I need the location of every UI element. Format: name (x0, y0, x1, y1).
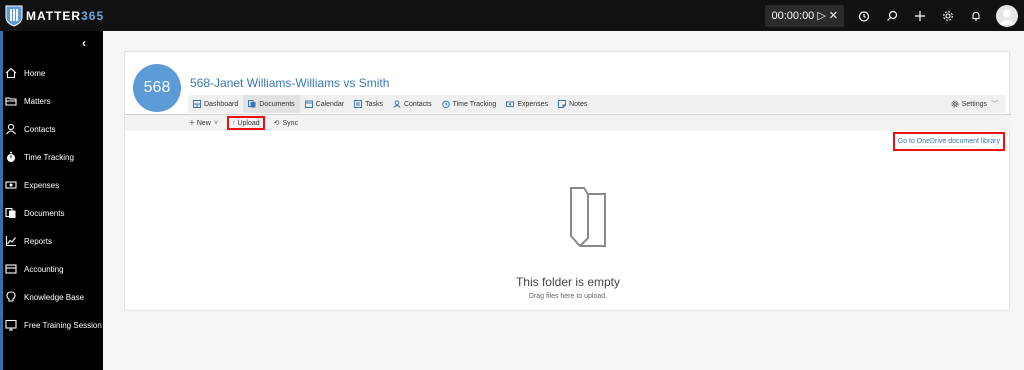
gear-icon (951, 100, 959, 108)
tab-label: Notes (569, 100, 588, 108)
dashboard-icon (193, 100, 201, 108)
notes-icon (558, 100, 567, 108)
collapse-sidebar-icon[interactable]: ‹ (82, 36, 86, 50)
tab-notes[interactable]: Notes (553, 95, 592, 113)
sidebar-item-label: Reports (24, 236, 53, 246)
sidebar-item-label: Expenses (24, 180, 60, 190)
empty-folder-icon (570, 187, 606, 247)
play-icon[interactable]: ▷ (817, 9, 825, 22)
timer-value: 00:00:00 (771, 9, 815, 22)
upload-label: Upload (237, 119, 260, 127)
tab-label: Calendar (315, 100, 345, 108)
tab-dashboard[interactable]: Dashboard (188, 95, 243, 113)
stopwatch-icon (7, 151, 15, 162)
sidebar-item-label: Matters (24, 96, 51, 106)
home-icon (5, 67, 17, 79)
tab-contacts[interactable]: Contacts (388, 95, 437, 113)
money-icon (5, 181, 17, 189)
avatar[interactable] (996, 4, 1018, 27)
logo[interactable]: MATTER365 (5, 5, 104, 27)
sidebar-item-free-training-session[interactable]: Free Training Session (5, 319, 102, 331)
person-icon (6, 123, 16, 135)
tasks-icon (354, 100, 363, 108)
sidebar-item-accounting[interactable]: Accounting (5, 263, 64, 275)
sidebar-item-home[interactable]: Home (5, 67, 45, 79)
sidebar-item-documents[interactable]: Documents (5, 207, 64, 219)
sync-button[interactable]: ⟲ Sync (272, 116, 300, 130)
folder-icon (5, 97, 17, 106)
sidebar-item-time-tracking[interactable]: Time Tracking (5, 151, 74, 163)
chevron-down-icon: ˅ (213, 119, 218, 127)
clock-icon[interactable] (856, 8, 872, 24)
matter-number-badge: 568 (133, 64, 181, 112)
sidebar-item-knowledge-base[interactable]: Knowledge Base (5, 291, 84, 303)
ledger-icon (5, 264, 17, 274)
plus-icon: + (189, 117, 195, 129)
tab-expenses[interactable]: Expenses (501, 95, 553, 113)
clock-icon (441, 100, 450, 108)
plus-icon[interactable] (912, 8, 928, 24)
documents-icon (5, 207, 16, 218)
sidebar-item-label: Accounting (24, 264, 64, 274)
sidebar-item-matters[interactable]: Matters (5, 95, 51, 107)
tab-tasks[interactable]: Tasks (349, 95, 388, 113)
sidebar-item-label: Documents (24, 208, 65, 218)
tab-time-tracking[interactable]: Time Tracking (437, 95, 502, 113)
sidebar-item-label: Free Training Session (24, 320, 102, 330)
sync-icon: ⟲ (273, 120, 280, 127)
new-label: New (196, 119, 211, 127)
new-button[interactable]: + New ˅ (187, 116, 220, 130)
documents-icon (248, 100, 256, 108)
sync-label: Sync (282, 119, 299, 127)
gear-icon[interactable] (940, 8, 956, 24)
tab-label: Tasks (365, 100, 383, 108)
empty-folder-title: This folder is empty (515, 275, 621, 289)
settings-dropdown[interactable]: Settings ﹀ (951, 95, 998, 113)
sidebar-item-label: Time Tracking (24, 152, 74, 162)
empty-folder-subtitle: Drag files here to upload. (528, 293, 608, 300)
sidebar: ‹ Home Matters Contacts Time Tracking Ex… (0, 31, 103, 370)
money-icon (506, 101, 515, 107)
training-icon (5, 319, 17, 331)
person-icon (393, 100, 401, 108)
tab-label: Dashboard (204, 100, 239, 108)
shield-logo-icon (5, 5, 23, 27)
tab-label: Expenses (517, 100, 549, 108)
matter-title[interactable]: 568-Janet Williams-Williams vs Smith (190, 76, 389, 90)
bell-icon[interactable] (968, 8, 984, 24)
matter-panel: 568 568-Janet Williams-Williams vs Smith… (124, 51, 1011, 311)
tab-label: Contacts (403, 100, 432, 108)
document-toolbar: + New ˅ ↑ Upload ⟲ Sync (125, 115, 1011, 131)
sidebar-item-label: Home (24, 68, 46, 78)
sidebar-item-label: Knowledge Base (24, 292, 85, 302)
calendar-icon (304, 100, 313, 108)
tab-calendar[interactable]: Calendar (300, 95, 349, 113)
onedrive-library-link[interactable]: Go to OneDrive document library (892, 132, 1005, 151)
chevron-down-icon: ﹀ (991, 101, 998, 108)
chart-icon (5, 236, 16, 247)
sidebar-item-contacts[interactable]: Contacts (5, 123, 56, 135)
tab-documents[interactable]: Documents (243, 95, 300, 113)
top-bar: MATTER365 00:00:00 ▷ ✕ (0, 0, 1024, 31)
upload-button[interactable]: ↑ Upload (226, 116, 265, 130)
timer[interactable]: 00:00:00 ▷ ✕ (765, 4, 844, 27)
sidebar-item-reports[interactable]: Reports (5, 235, 52, 247)
matter-tabs: Dashboard Documents Calendar Tasks Conta… (188, 95, 1006, 113)
tab-label: Time Tracking (452, 100, 497, 108)
sidebar-item-label: Contacts (24, 124, 56, 134)
tab-label: Documents (259, 100, 295, 108)
upload-icon: ↑ (231, 119, 236, 127)
close-icon[interactable]: ✕ (829, 9, 838, 22)
user-icon (999, 9, 1015, 25)
settings-label: Settings (961, 100, 987, 108)
sidebar-item-expenses[interactable]: Expenses (5, 179, 59, 191)
brand-name: MATTER365 (26, 8, 105, 23)
sidebar-edge (0, 31, 3, 370)
lightbulb-icon (6, 291, 16, 302)
search-icon[interactable] (884, 8, 900, 24)
